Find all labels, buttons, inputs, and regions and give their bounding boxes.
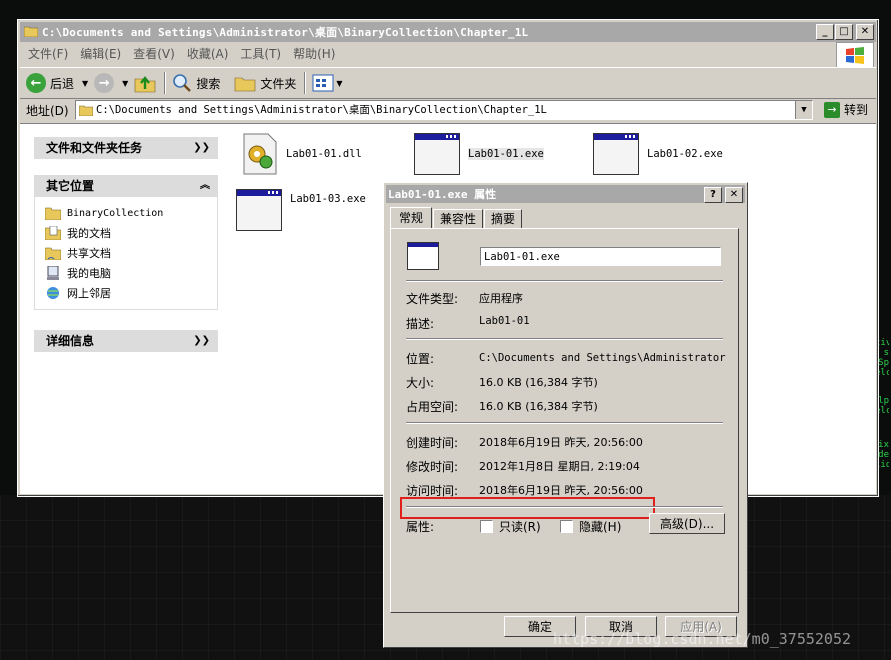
up-folder-button[interactable]	[134, 73, 156, 93]
modified-row: 修改时间: 2012年1月8日 星期日, 2:19:04	[406, 460, 640, 474]
search-button[interactable]: 搜索	[172, 73, 220, 93]
address-bar: 地址(D) C:\Documents and Settings\Administ…	[20, 99, 876, 121]
size-row: 大小: 16.0 KB (16,384 字节)	[406, 376, 598, 390]
chevron-down-icon[interactable]: ❯❯	[193, 330, 210, 352]
link-my-computer[interactable]: 我的电脑	[45, 263, 217, 283]
address-label: 地址(D)	[26, 103, 69, 118]
dropdown-arrow-icon[interactable]: ▼	[336, 79, 342, 88]
address-input[interactable]: C:\Documents and Settings\Administrator\…	[75, 100, 813, 120]
link-shared-documents[interactable]: 共享文档	[45, 243, 217, 263]
close-button[interactable]: ✕	[856, 24, 874, 40]
views-icon	[312, 74, 334, 92]
windows-logo-icon	[836, 42, 874, 68]
file-item[interactable]: Lab01-03.exe	[236, 189, 366, 231]
dll-file-icon	[243, 133, 277, 175]
chevron-up-icon[interactable]: ︽	[200, 175, 210, 197]
back-arrow-icon: ←	[26, 73, 46, 93]
description-row: 描述: Lab01-01	[406, 315, 530, 331]
divider	[406, 422, 723, 424]
up-folder-icon	[135, 76, 156, 93]
folders-icon	[235, 77, 256, 92]
window-title: C:\Documents and Settings\Administrator\…	[42, 26, 529, 39]
toolbar-separator	[164, 72, 167, 94]
menu-favorites[interactable]: 收藏(A)	[181, 45, 235, 63]
divider	[406, 506, 723, 508]
menu-file[interactable]: 文件(F)	[22, 45, 74, 63]
my-documents-icon	[45, 226, 61, 240]
hidden-checkbox[interactable]: 隐藏(H)	[560, 518, 621, 536]
details-header[interactable]: 详细信息 ❯❯	[34, 330, 218, 352]
help-button[interactable]: ?	[704, 187, 722, 203]
tab-summary[interactable]: 摘要	[484, 209, 523, 229]
exe-file-icon	[236, 189, 282, 231]
checkbox-icon[interactable]	[560, 520, 573, 533]
file-type-row: 文件类型: 应用程序	[406, 292, 523, 306]
exe-file-icon	[407, 242, 439, 270]
network-icon	[47, 287, 59, 299]
toolbar: ← 后退 ▼ → ▼ 搜索 文件夹 ▼	[20, 67, 876, 99]
folder-icon	[24, 26, 38, 37]
folder-icon	[79, 105, 93, 116]
computer-icon	[47, 266, 59, 280]
modified-highlight-box	[400, 497, 655, 519]
back-button[interactable]: ← 后退 ▼	[26, 73, 88, 93]
file-item[interactable]: Lab01-02.exe	[593, 133, 723, 175]
dropdown-arrow-icon[interactable]: ▼	[122, 79, 128, 88]
filename-input[interactable]: Lab01-01.exe	[480, 247, 721, 266]
readonly-checkbox[interactable]: 只读(R)	[480, 518, 541, 536]
menu-tools[interactable]: 工具(T)	[234, 45, 287, 63]
dialog-titlebar[interactable]: Lab01-01.exe 属性 ? ✕	[386, 185, 745, 203]
exe-file-icon	[593, 133, 639, 175]
other-places-list: BinaryCollection 我的文档 共享文档 我的电脑 网上邻居	[34, 197, 218, 310]
attributes-label: 属性:	[406, 520, 435, 534]
minimize-button[interactable]: _	[816, 24, 834, 40]
link-my-documents[interactable]: 我的文档	[45, 223, 217, 243]
file-item[interactable]: Lab01-01.dll	[242, 132, 362, 176]
search-icon	[173, 74, 192, 92]
other-places-header[interactable]: 其它位置 ︽	[34, 175, 218, 197]
exe-file-icon	[414, 133, 460, 175]
address-dropdown-button[interactable]: ▼	[795, 101, 812, 119]
maximize-button[interactable]: □	[835, 24, 853, 40]
folder-icon	[45, 207, 61, 220]
link-binarycollection[interactable]: BinaryCollection	[45, 203, 217, 223]
views-button[interactable]: ▼	[312, 74, 343, 92]
chevron-down-icon[interactable]: ❯❯	[193, 137, 210, 159]
go-button[interactable]: → 转到	[823, 101, 868, 118]
dropdown-arrow-icon[interactable]: ▼	[82, 79, 88, 88]
menu-bar: 文件(F) 编辑(E) 查看(V) 收藏(A) 工具(T) 帮助(H)	[22, 45, 341, 63]
divider	[406, 338, 723, 340]
dialog-close-button[interactable]: ✕	[725, 187, 743, 203]
folders-button[interactable]: 文件夹	[234, 74, 296, 92]
tab-compatibility[interactable]: 兼容性	[433, 209, 484, 229]
accessed-row: 访问时间: 2018年6月19日 昨天, 20:56:00	[406, 484, 643, 498]
size-on-disk-row: 占用空间: 16.0 KB (16,384 字节)	[406, 400, 598, 414]
properties-dialog: Lab01-01.exe 属性 ? ✕ 常规 兼容性 摘要 Lab01-01.e…	[383, 182, 748, 648]
created-row: 创建时间: 2018年6月19日 昨天, 20:56:00	[406, 436, 643, 450]
watermark: https://blog.csdn.net/m0_37552052	[553, 630, 852, 648]
divider	[406, 280, 723, 282]
dialog-tabs: 常规 兼容性 摘要	[390, 207, 523, 229]
shared-folder-icon	[45, 247, 61, 260]
file-item-selected[interactable]: Lab01-01.exe	[414, 133, 544, 175]
tasks-header[interactable]: 文件和文件夹任务 ❯❯	[34, 137, 218, 159]
menu-edit[interactable]: 编辑(E)	[74, 45, 127, 63]
menu-help[interactable]: 帮助(H)	[287, 45, 341, 63]
checkbox-icon[interactable]	[480, 520, 493, 533]
other-places-panel: 其它位置 ︽ BinaryCollection 我的文档 共享文档 我的电脑 网…	[34, 175, 218, 310]
details-panel: 详细信息 ❯❯	[34, 330, 218, 352]
forward-button[interactable]: → ▼	[94, 73, 128, 93]
explorer-titlebar[interactable]: C:\Documents and Settings\Administrator\…	[20, 22, 876, 42]
forward-arrow-icon: →	[94, 73, 115, 93]
tasks-panel: 文件和文件夹任务 ❯❯	[34, 137, 218, 159]
location-row: 位置: C:\Documents and Settings\Administra…	[406, 352, 726, 366]
general-pane: Lab01-01.exe 文件类型: 应用程序 描述: Lab01-01 位置:…	[390, 228, 739, 613]
tab-general[interactable]: 常规	[390, 207, 433, 229]
menu-view[interactable]: 查看(V)	[127, 45, 181, 63]
link-network-places[interactable]: 网上邻居	[45, 283, 217, 303]
toolbar-separator	[304, 72, 307, 94]
go-arrow-icon: →	[823, 101, 840, 118]
advanced-button[interactable]: 高级(D)...	[649, 513, 725, 534]
